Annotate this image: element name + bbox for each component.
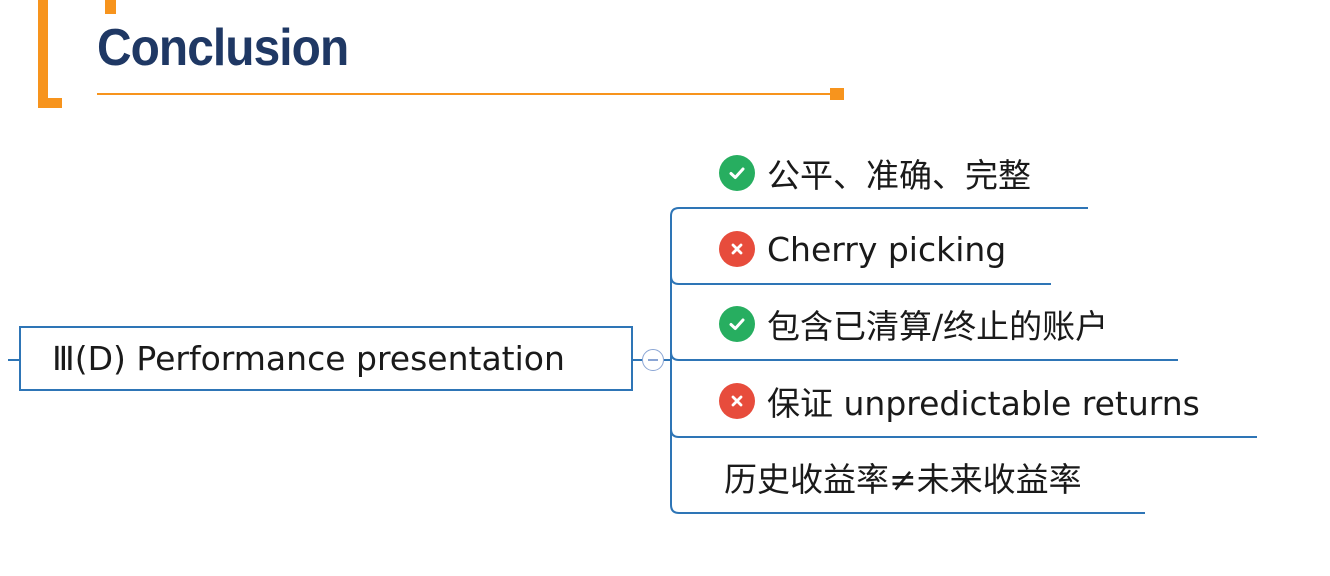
branch-underline: [670, 351, 1178, 361]
page-title: Conclusion: [97, 19, 349, 77]
branch-node[interactable]: 保证 unpredictable returns: [719, 379, 1200, 423]
check-icon: [719, 306, 755, 342]
branch-underline: [670, 207, 1088, 217]
cross-icon: [719, 231, 755, 267]
branch-connector: [664, 359, 672, 361]
title-underline: [97, 93, 835, 95]
title-bracket-top: [105, 0, 116, 14]
branch-node[interactable]: 历史收益率≠未来收益率: [724, 455, 1082, 499]
branch-underline: [670, 275, 1051, 285]
branch-label: Cherry picking: [767, 229, 1007, 269]
branch-label: 公平、准确、完整: [767, 156, 1031, 195]
slide: Conclusion Ⅲ(D) Performance presentation…: [0, 0, 1330, 576]
root-node[interactable]: Ⅲ(D) Performance presentation: [19, 326, 633, 391]
collapse-button[interactable]: [642, 349, 664, 371]
title-bracket-bottom: [38, 98, 62, 108]
branch-label: 包含已清算/终止的账户: [767, 307, 1109, 346]
branch-underline: [670, 428, 1257, 438]
title-bracket-left: [38, 0, 48, 108]
branch-node[interactable]: 公平、准确、完整: [719, 151, 1031, 195]
branch-label: 历史收益率≠未来收益率: [724, 460, 1082, 499]
branch-lines: [670, 207, 1257, 514]
minus-icon: [648, 359, 658, 361]
branch-node[interactable]: 包含已清算/终止的账户: [719, 302, 1108, 346]
root-node-label: Ⅲ(D) Performance presentation: [52, 339, 565, 378]
check-icon: [719, 155, 755, 191]
branch-label: 保证 unpredictable returns: [767, 384, 1200, 423]
cross-icon: [719, 383, 755, 419]
branch-node[interactable]: Cherry picking: [719, 227, 1006, 271]
title-underline-end: [830, 88, 844, 100]
branch-underline: [670, 504, 1145, 514]
